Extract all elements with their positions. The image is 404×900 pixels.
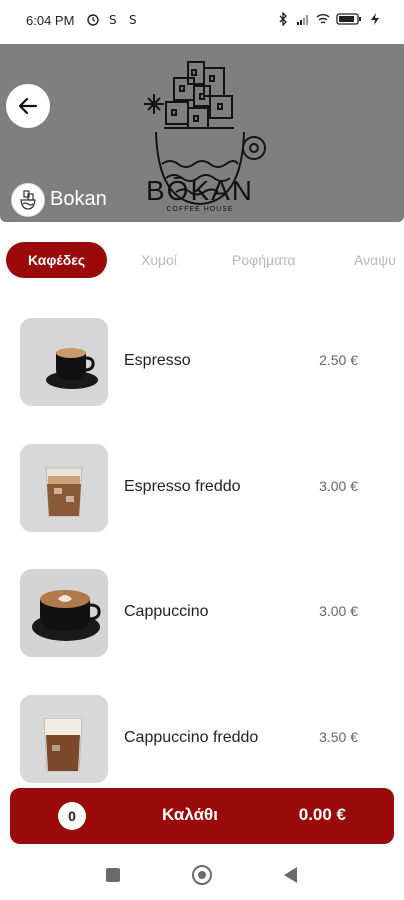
logo-subtitle: COFFEE HOUSE [166,206,234,213]
cart-count-badge: 0 [58,802,86,830]
cappuccino-thumbnail [20,569,108,657]
item-price: 2.50 € [319,352,358,368]
item-price: 3.50 € [319,729,358,745]
tab-kafedes[interactable]: Καφέδες [6,242,108,278]
brand-avatar [11,183,45,217]
iced-foam-glass-icon [20,695,108,783]
iced-glass-icon [20,444,108,532]
wifi-icon [316,14,330,24]
brand-avatar-icon [20,190,36,210]
home-icon[interactable] [192,865,212,885]
battery-icon [336,13,361,25]
espresso-freddo-thumbnail [20,444,108,532]
item-price: 3.00 € [319,603,358,619]
cart-label: Καλάθι [162,805,218,824]
item-name: Espresso freddo [124,478,241,495]
category-tabs: Καφέδες Χυμοί Ροφήματα Αναψυ [0,240,404,282]
charging-icon [371,13,379,25]
list-item[interactable]: Cappuccino 3.00 € [0,569,404,669]
back-button[interactable] [6,84,50,128]
s-icon: S [129,13,137,26]
list-item[interactable]: Espresso 2.50 € [0,318,404,418]
arrow-left-icon [18,97,38,115]
bluetooth-icon [279,12,287,26]
espresso-cup-icon [20,318,108,406]
tab-anapsyktika[interactable]: Αναψυ [354,242,396,278]
signal-icon [297,15,308,25]
cappuccino-freddo-thumbnail [20,695,108,783]
tab-xymoi[interactable]: Χυμοί [141,242,177,278]
list-item[interactable]: Espresso freddo 3.00 € [0,444,404,544]
brand-name: Bokan [50,188,107,210]
status-bar: 6:04 PM S S [0,0,404,44]
svg-text:S: S [129,13,137,26]
item-name: Cappuccino [124,603,209,620]
status-left-icons: S S [86,12,140,26]
espresso-thumbnail [20,318,108,406]
s-icon: S [109,13,117,26]
cart-button[interactable]: 0 Καλάθι 0.00 € [10,788,394,844]
back-triangle-icon[interactable] [284,867,297,883]
logo-title: BŌKAN [145,175,255,206]
alarm-icon [87,14,99,26]
status-time: 6:04 PM [26,13,75,28]
item-name: Cappuccino freddo [124,729,259,746]
status-right-icons [276,12,382,26]
system-nav-bar [0,850,404,900]
cart-total: 0.00 € [298,805,346,824]
cappuccino-cup-icon [20,569,108,657]
svg-text:S: S [109,13,117,26]
item-price: 3.00 € [319,478,358,494]
recents-icon[interactable] [106,868,120,882]
list-item[interactable]: Cappuccino freddo 3.50 € [0,695,404,795]
tab-rofimata[interactable]: Ροφήματα [232,242,296,278]
item-name: Espresso [124,352,191,369]
